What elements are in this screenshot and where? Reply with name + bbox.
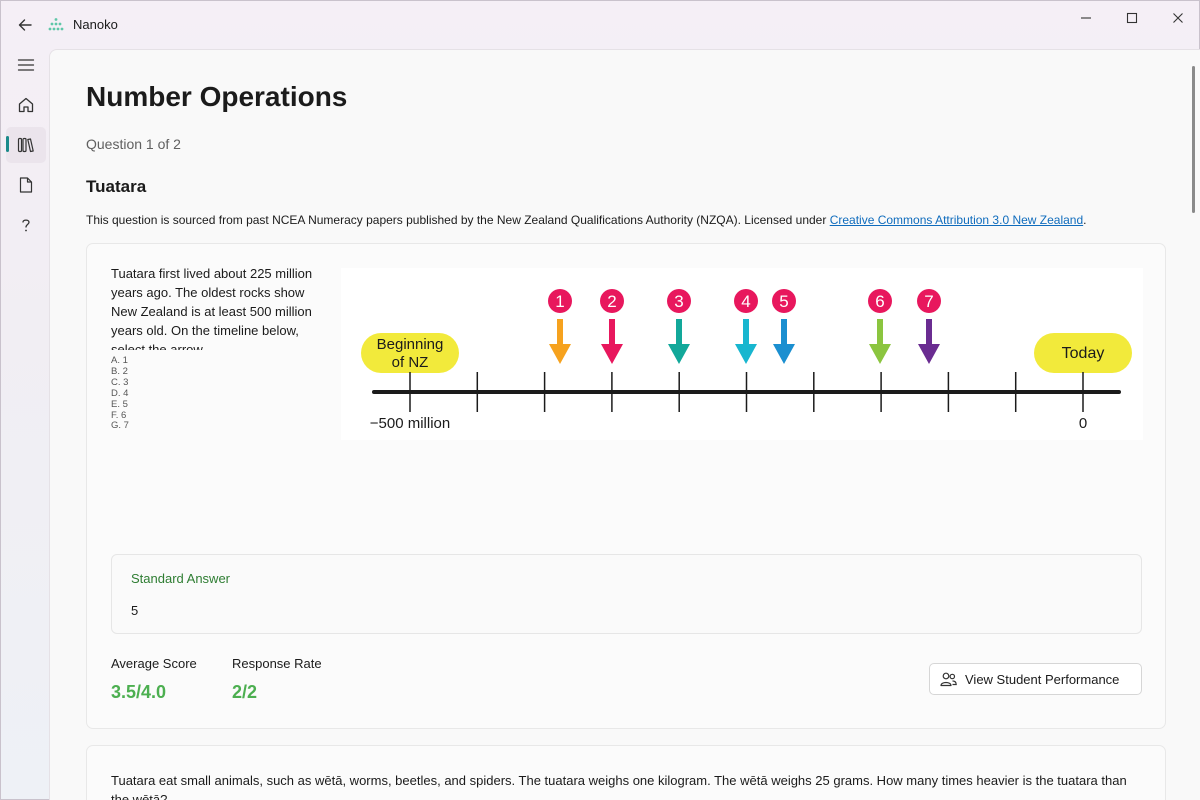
question-text: Tuatara eat small animals, such as wētā,… bbox=[111, 773, 1127, 800]
arrow-shape bbox=[773, 319, 795, 364]
timeline-arrow-1: 1 bbox=[548, 289, 572, 364]
arrow-shape bbox=[869, 319, 891, 364]
arrow-shape bbox=[601, 319, 623, 364]
standard-answer-value: 5 bbox=[131, 603, 139, 618]
page-title: Number Operations bbox=[86, 81, 348, 112]
start-label-line2: of NZ bbox=[392, 354, 429, 371]
question-set-title: Tuatara bbox=[86, 177, 147, 196]
arrow-shape bbox=[918, 319, 940, 364]
timeline-arrow-6: 6 bbox=[868, 289, 892, 364]
library-icon bbox=[17, 137, 34, 153]
start-label-line1: Beginning bbox=[377, 336, 444, 353]
average-score-value: 3.5/4.0 bbox=[111, 682, 167, 702]
view-student-performance-label: View Student Performance bbox=[965, 671, 1120, 687]
license-link[interactable]: Creative Commons Attribution 3.0 New Zea… bbox=[830, 213, 1083, 227]
minimize-button[interactable] bbox=[1063, 1, 1109, 35]
timeline-arrow-2: 2 bbox=[600, 289, 624, 364]
question-card-1: Tuatara first lived about 225 million ye… bbox=[86, 243, 1166, 729]
app-logo-icon bbox=[48, 18, 64, 31]
document-icon bbox=[19, 177, 33, 193]
home-icon bbox=[18, 97, 34, 113]
timeline-arrow-7: 7 bbox=[917, 289, 941, 364]
arrow-number: 1 bbox=[555, 292, 564, 311]
arrow-number: 6 bbox=[875, 292, 884, 311]
help-icon bbox=[22, 219, 30, 232]
arrow-number: 5 bbox=[779, 292, 788, 311]
sidebar-item-library[interactable] bbox=[6, 127, 46, 163]
timeline-diagram: Beginning of NZ Today 1 2 3 4 5 6 7 −500 milli… bbox=[361, 289, 1132, 432]
close-icon bbox=[1173, 13, 1183, 23]
arrow-shape bbox=[668, 319, 690, 364]
source-note: This question is sourced from past NCEA … bbox=[86, 213, 1087, 227]
source-note-text: This question is sourced from past NCEA … bbox=[86, 213, 830, 227]
question-card-2: Tuatara eat small animals, such as wētā,… bbox=[86, 745, 1166, 800]
maximize-icon bbox=[1126, 12, 1138, 24]
arrow-number: 4 bbox=[741, 292, 750, 311]
arrow-number: 2 bbox=[607, 292, 616, 311]
end-label: Today bbox=[1062, 345, 1105, 362]
back-arrow-icon bbox=[18, 19, 32, 31]
close-button[interactable] bbox=[1155, 1, 1200, 35]
vertical-scrollbar[interactable] bbox=[1192, 66, 1195, 213]
standard-answer-label: Standard Answer bbox=[131, 571, 231, 586]
answer-options: A. 1 B. 2 C. 3 D. 4 E. 5 F. 6 G. 7 bbox=[111, 356, 151, 442]
arrow-number: 3 bbox=[674, 292, 683, 311]
view-student-performance-button[interactable]: View Student Performance bbox=[929, 663, 1142, 695]
app-window: Nanoko Number Operations Question 1 of 2… bbox=[0, 0, 1200, 800]
arrow-shape bbox=[735, 319, 757, 364]
start-value-label: −500 million bbox=[370, 415, 450, 432]
end-value-label: 0 bbox=[1079, 415, 1087, 432]
response-rate-value: 2/2 bbox=[232, 682, 258, 702]
arrow-number: 7 bbox=[924, 292, 933, 311]
title-bar: Nanoko bbox=[1, 1, 1200, 49]
source-note-suffix: . bbox=[1083, 213, 1087, 227]
back-button[interactable] bbox=[11, 11, 39, 39]
active-nav-indicator bbox=[6, 136, 9, 152]
option-d: D. 4 bbox=[111, 387, 129, 399]
sidebar-item-document[interactable] bbox=[6, 167, 46, 203]
option-g: G. 7 bbox=[111, 420, 129, 432]
average-score-label: Average Score bbox=[111, 656, 197, 671]
minimize-icon bbox=[1081, 17, 1091, 19]
menu-toggle-button[interactable] bbox=[6, 47, 46, 83]
option-e: E. 5 bbox=[111, 398, 128, 410]
question-text: Tuatara first lived about 225 million ye… bbox=[111, 266, 313, 350]
people-icon bbox=[940, 672, 957, 687]
hamburger-icon bbox=[17, 59, 35, 71]
maximize-button[interactable] bbox=[1109, 1, 1155, 35]
arrow-shape bbox=[549, 319, 571, 364]
question-counter: Question 1 of 2 bbox=[86, 136, 181, 152]
sidebar-item-home[interactable] bbox=[6, 87, 46, 123]
response-rate-label: Response Rate bbox=[232, 656, 322, 671]
timeline-arrow-4: 4 bbox=[734, 289, 758, 364]
timeline-arrow-5: 5 bbox=[772, 289, 796, 364]
standard-answer-panel: Standard Answer 5 bbox=[111, 554, 1142, 634]
sidebar-item-help[interactable] bbox=[6, 207, 46, 243]
timeline-image: Beginning of NZ Today 1 2 3 4 5 6 7 −500 milli… bbox=[341, 268, 1143, 440]
timeline-arrow-3: 3 bbox=[667, 289, 691, 364]
main-content[interactable]: Number Operations Question 1 of 2 Tuatar… bbox=[49, 49, 1200, 800]
app-title: Nanoko bbox=[73, 17, 118, 32]
sidebar bbox=[1, 49, 49, 800]
